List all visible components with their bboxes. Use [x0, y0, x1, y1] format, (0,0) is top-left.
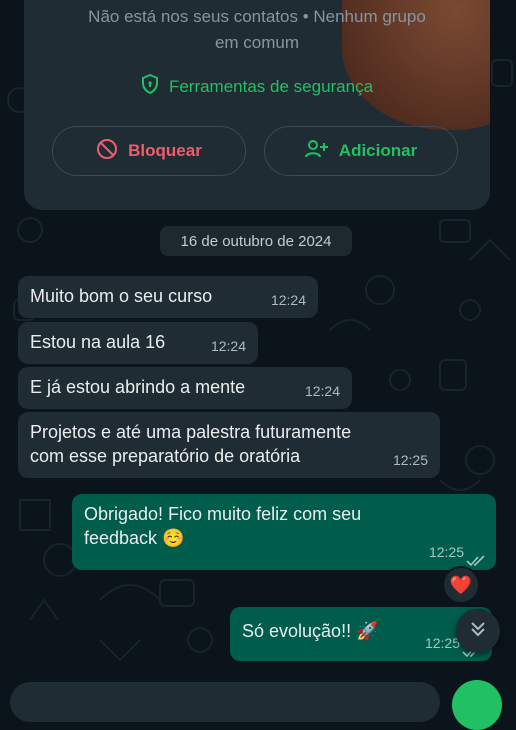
contact-info-card: Não está nos seus contatos • Nenhum grup…: [24, 0, 490, 210]
message-text-line1: Obrigado! Fico muito feliz com seu: [84, 504, 362, 524]
message-bubble-incoming[interactable]: Projetos e até uma palestra futuramente …: [18, 412, 440, 478]
message-bubble-outgoing[interactable]: Só evolução!! 🚀 12:25: [230, 607, 492, 661]
heart-icon: ❤️: [449, 574, 473, 595]
message-time: 12:24: [270, 292, 306, 308]
message-text-line1: Projetos e até uma palestra futuramente: [30, 422, 352, 442]
message-text-line2: feedback ☺️: [84, 528, 185, 548]
block-icon: [96, 138, 118, 165]
contact-status-line2: em comum: [214, 33, 300, 52]
add-person-icon: [304, 139, 329, 164]
contact-status-line1: Não está nos seus contatos • Nenhum grup…: [88, 7, 426, 26]
message-bubble-outgoing[interactable]: Obrigado! Fico muito feliz com seu feedb…: [72, 494, 496, 570]
heart-reaction[interactable]: ❤️: [442, 566, 480, 604]
message-bubble-incoming[interactable]: Muito bom o seu curso 12:24: [18, 276, 318, 318]
scroll-to-bottom-button[interactable]: [456, 609, 500, 653]
contact-status-info: Não está nos seus contatos • Nenhum grup…: [24, 4, 490, 56]
date-separator: 16 de outubro de 2024: [160, 226, 352, 256]
message-bubble-incoming[interactable]: Estou na aula 16 12:24: [18, 322, 258, 364]
send-button[interactable]: [452, 680, 502, 730]
message-time: 12:25: [424, 635, 460, 651]
security-tools-link[interactable]: Ferramentas de segurança: [24, 73, 490, 99]
message-text: E já estou abrindo a mente: [30, 377, 246, 397]
chevron-double-down-icon: [469, 620, 487, 643]
message-bubble-incoming[interactable]: E já estou abrindo a mente 12:24: [18, 367, 352, 409]
message-text-line2: com esse preparatório de oratória: [30, 446, 301, 466]
message-composer[interactable]: [10, 682, 440, 722]
message-time: 12:25: [428, 544, 464, 560]
add-contact-button[interactable]: Adicionar: [264, 126, 458, 176]
security-tools-label: Ferramentas de segurança: [168, 76, 374, 96]
shield-icon: [141, 73, 159, 99]
add-contact-label: Adicionar: [338, 141, 418, 160]
block-label: Bloquear: [128, 141, 202, 160]
block-button[interactable]: Bloquear: [52, 126, 246, 176]
message-text: Muito bom o seu curso: [30, 286, 213, 306]
message-time: 12:25: [392, 452, 428, 468]
double-check-icon: [466, 549, 486, 567]
message-time: 12:24: [210, 338, 246, 354]
message-time: 12:24: [304, 383, 340, 399]
